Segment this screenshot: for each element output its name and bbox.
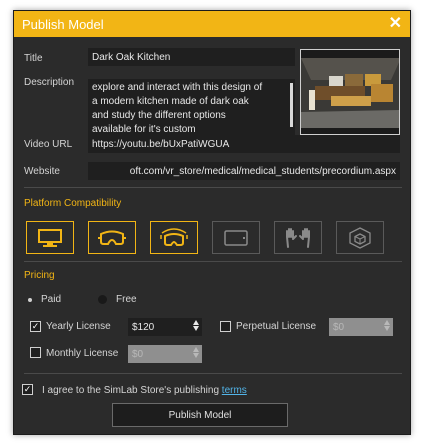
title-label: Title	[24, 53, 43, 64]
perpetual-license-checkbox[interactable]	[220, 321, 231, 332]
desktop-monitor-icon	[38, 228, 62, 247]
platform-tablet-toggle[interactable]	[212, 221, 260, 254]
check-icon: ✓	[31, 321, 40, 331]
agree-terms-text: I agree to the SimLab Store's publishing	[42, 385, 222, 396]
monthly-price-value: $0	[132, 348, 144, 360]
website-input[interactable]: oft.com/vr_store/medical/medical_student…	[88, 162, 400, 180]
yearly-license-label: Yearly License	[46, 321, 111, 332]
perpetual-license-label: Perpetual License	[236, 321, 317, 332]
check-icon: ✓	[23, 384, 32, 394]
website-label: Website	[24, 166, 60, 177]
pricing-section-title: Pricing	[24, 270, 55, 281]
free-radio[interactable]: Free	[98, 294, 137, 305]
description-scrollbar[interactable]	[290, 83, 293, 127]
description-textarea[interactable]: explore and interact with this design of…	[88, 79, 295, 137]
description-label: Description	[24, 77, 75, 88]
platform-desktop-toggle[interactable]	[26, 221, 74, 254]
description-text: explore and interact with this design of…	[92, 82, 263, 135]
free-label: Free	[116, 294, 137, 305]
agree-terms-checkbox[interactable]: ✓	[22, 384, 33, 395]
vr-headset-icon	[98, 230, 126, 245]
platform-vr-headset-toggle[interactable]	[88, 221, 136, 254]
dialog-titlebar: Publish Model ✕	[14, 11, 410, 37]
ar-cube-icon	[349, 226, 371, 249]
increment-icon[interactable]	[193, 347, 199, 352]
monthly-license-checkbox[interactable]	[30, 347, 41, 358]
decrement-icon[interactable]	[193, 326, 199, 331]
publish-model-button[interactable]: Publish Model	[112, 403, 288, 427]
paid-radio[interactable]: Paid	[28, 294, 61, 305]
increment-icon[interactable]	[384, 320, 390, 325]
paid-label: Paid	[41, 294, 62, 305]
agree-terms-label: I agree to the SimLab Store's publishing…	[42, 385, 247, 396]
increment-icon[interactable]	[193, 320, 199, 325]
decrement-icon[interactable]	[193, 353, 199, 358]
kitchen-render-image	[301, 50, 399, 134]
monthly-price-stepper[interactable]: $0	[128, 345, 202, 363]
yearly-price-value: $120	[132, 321, 155, 333]
vr-headset-tracked-icon	[160, 227, 188, 246]
tablet-icon	[224, 229, 248, 246]
close-icon[interactable]: ✕	[389, 16, 402, 32]
terms-link[interactable]: terms	[222, 385, 247, 396]
platform-ar-toggle[interactable]	[336, 221, 384, 254]
divider	[24, 187, 402, 188]
video-url-label: Video URL	[24, 139, 73, 150]
stepper-arrows[interactable]	[193, 320, 199, 331]
stepper-arrows[interactable]	[193, 347, 199, 358]
title-input[interactable]: Dark Oak Kitchen	[88, 48, 295, 66]
video-url-input[interactable]: https://youtu.be/bUxPatiWGUA	[88, 135, 400, 153]
free-radio-circle	[98, 295, 107, 304]
divider	[24, 261, 402, 262]
monthly-license-label: Monthly License	[46, 348, 119, 359]
perpetual-price-stepper[interactable]: $0	[329, 318, 393, 336]
divider	[24, 373, 402, 374]
decrement-icon[interactable]	[384, 326, 390, 331]
yearly-price-stepper[interactable]: $120	[128, 318, 202, 336]
platform-hand-tracking-toggle[interactable]	[274, 221, 322, 254]
model-preview-image[interactable]	[300, 49, 400, 135]
hand-tracking-icon	[286, 227, 310, 248]
perpetual-price-value: $0	[333, 321, 345, 333]
paid-radio-dot	[28, 297, 32, 302]
publish-model-dialog: Publish Model ✕ Title Dark Oak Kitchen D…	[13, 10, 411, 435]
yearly-license-checkbox[interactable]: ✓	[30, 321, 41, 332]
stepper-arrows[interactable]	[384, 320, 390, 331]
platform-section-title: Platform Compatibility	[24, 198, 122, 209]
dialog-title: Publish Model	[22, 16, 104, 32]
platform-vr-tracked-toggle[interactable]	[150, 221, 198, 254]
